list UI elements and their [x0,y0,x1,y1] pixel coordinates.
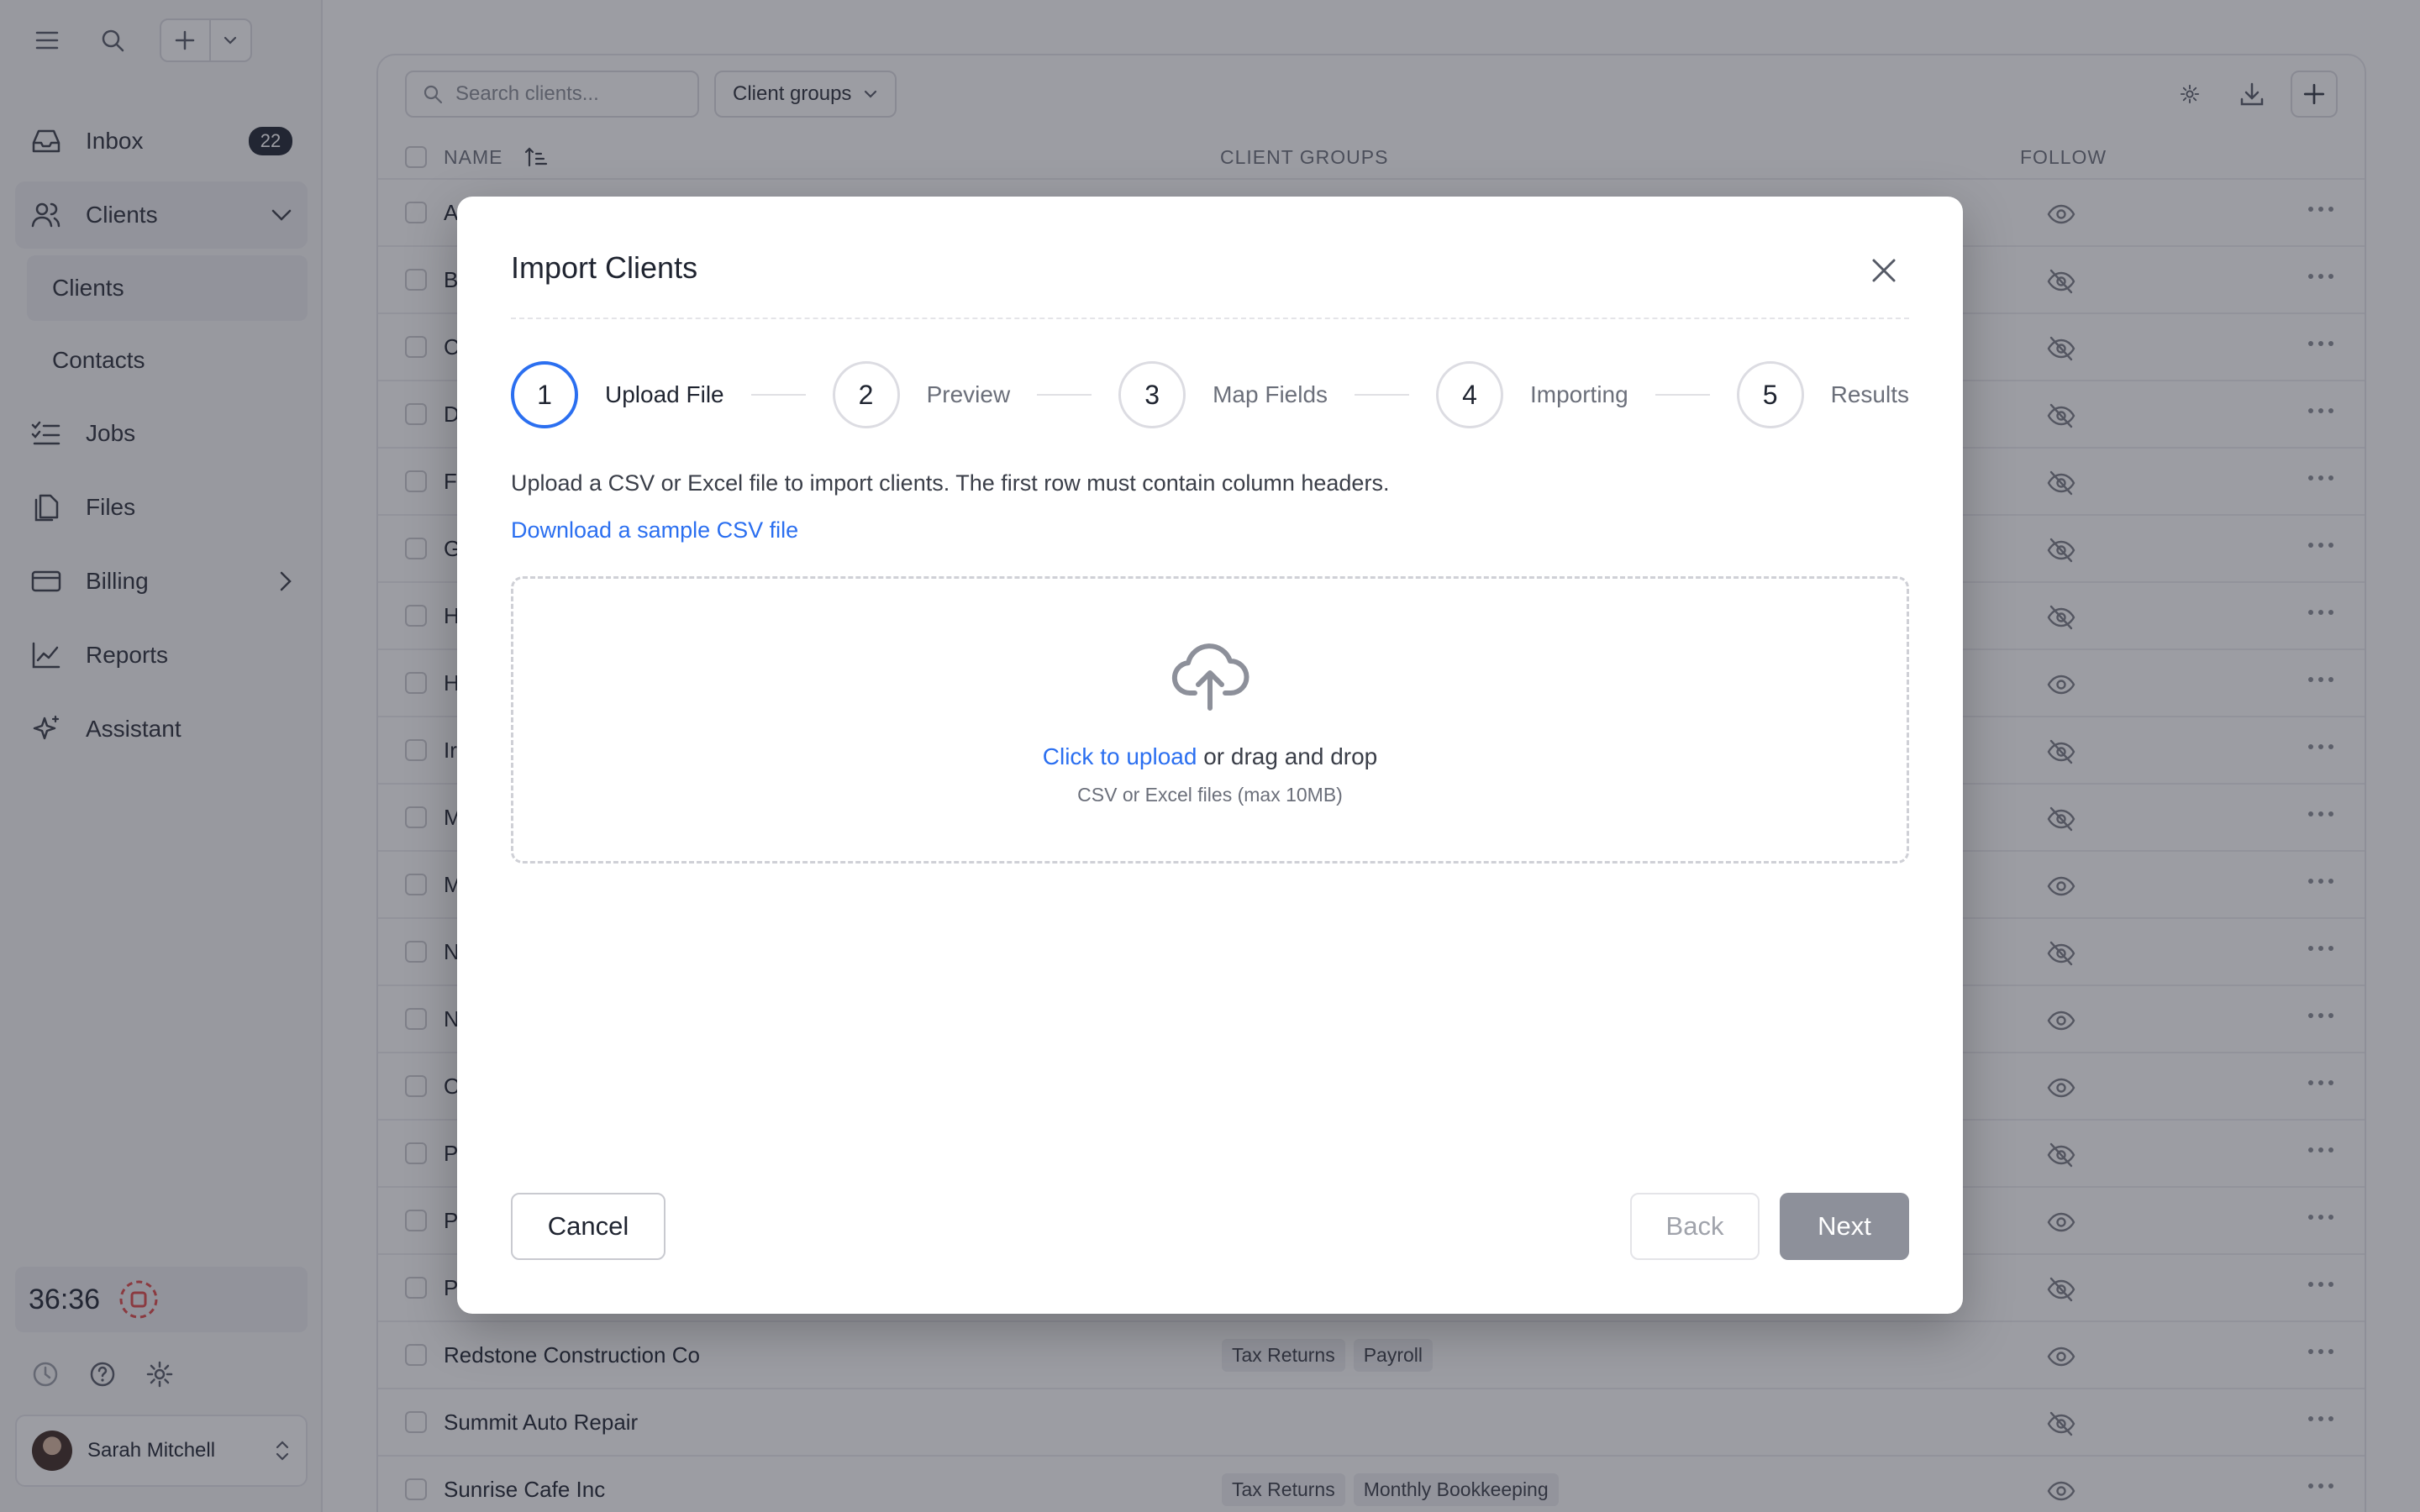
dropzone-hint: CSV or Excel files (max 10MB) [1077,784,1343,806]
click-to-upload-link[interactable]: Click to upload [1043,743,1197,769]
step-preview: 2 Preview [832,361,1011,428]
import-stepper: 1 Upload File 2 Preview 3 Map Fields 4 I… [511,361,1909,428]
dialog-title: Import Clients [511,250,698,285]
drag-drop-text: or drag and drop [1197,743,1378,769]
step-number: 5 [1736,361,1804,428]
step-label: Importing [1529,381,1628,407]
next-button[interactable]: Next [1780,1193,1909,1260]
upload-instructions: Upload a CSV or Excel file to import cli… [511,470,1390,496]
download-sample-csv-link[interactable]: Download a sample CSV file [511,517,798,543]
cloud-upload-icon [1171,643,1249,711]
step-label: Upload File [605,381,724,407]
step-number: 4 [1435,361,1503,428]
step-importing: 4 Importing [1435,361,1628,428]
import-clients-dialog: Import Clients 1 Upload File 2 Preview 3… [457,197,1963,1314]
cancel-button[interactable]: Cancel [511,1193,666,1260]
step-results: 5 Results [1736,361,1910,428]
step-label: Preview [926,381,1011,407]
step-number: 3 [1118,361,1186,428]
step-upload-file: 1 Upload File [511,361,724,428]
dialog-divider [511,318,1909,319]
step-connector [1037,394,1092,396]
step-connector [1355,394,1409,396]
dropzone-prompt: Click to upload or drag and drop [513,743,1907,770]
step-connector [750,394,806,396]
back-button[interactable]: Back [1630,1193,1760,1260]
step-number: 2 [832,361,900,428]
step-label: Results [1830,381,1910,407]
file-dropzone[interactable]: Click to upload or drag and drop CSV or … [511,576,1909,864]
close-icon[interactable] [1869,255,1899,286]
step-label: Map Fields [1213,381,1328,407]
step-map-fields: 3 Map Fields [1118,361,1328,428]
step-connector [1655,394,1710,396]
step-number: 1 [511,361,578,428]
